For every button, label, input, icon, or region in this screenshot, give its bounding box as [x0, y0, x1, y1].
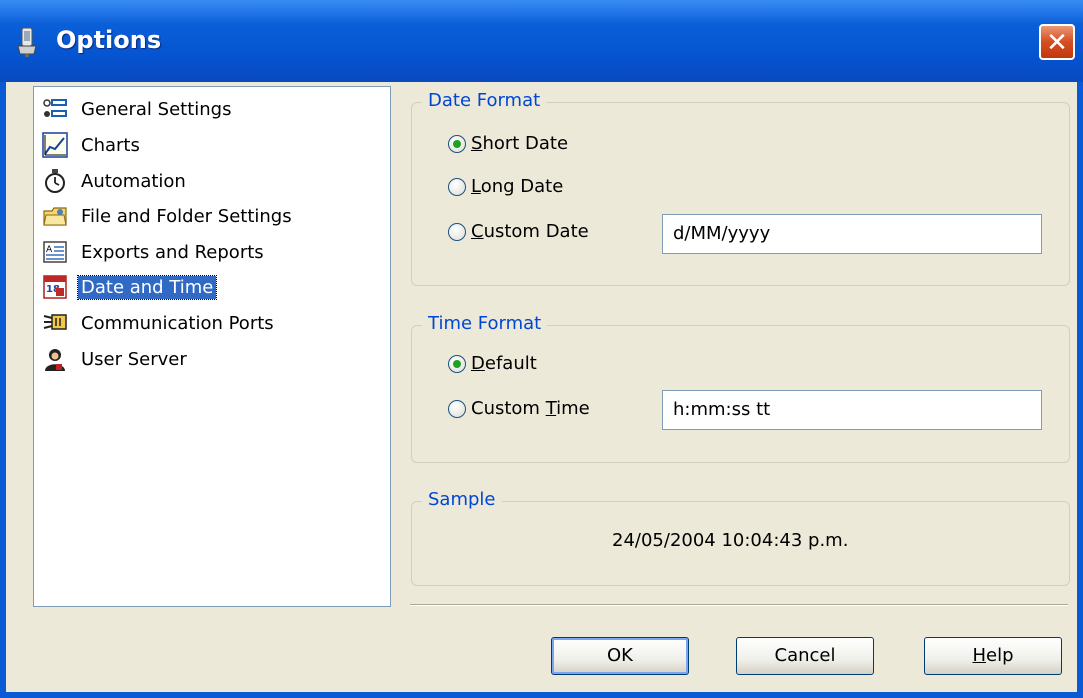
time-format-title: Time Format [422, 313, 548, 334]
svg-text:A: A [46, 245, 53, 255]
custom-date-label: Custom Date [471, 221, 589, 242]
cancel-button[interactable]: Cancel [736, 637, 874, 675]
custom-date-radio[interactable]: Custom Date [448, 221, 589, 242]
user-icon [45, 349, 65, 371]
dialog-client-area: General Settings Charts Automation File … [6, 82, 1077, 692]
sample-datetime-value: 24/05/2004 10:04:43 p.m. [612, 530, 849, 551]
radio-unchecked-icon [448, 399, 466, 418]
help-mnemonic: H [972, 645, 987, 666]
tree-item-label: Communication Ports [81, 312, 274, 334]
default-time-label: Default [471, 353, 537, 374]
tree-item-label: Exports and Reports [81, 241, 264, 263]
options-app-icon [17, 27, 37, 57]
custom-time-radio[interactable]: Custom Time [448, 398, 590, 419]
time-format-group: Time Format Default Custom Time h:mm:ss … [411, 313, 1070, 463]
radio-unchecked-icon [448, 177, 466, 196]
tree-item-user-server[interactable]: User Server [42, 343, 190, 375]
report-icon: A [43, 241, 67, 263]
port-icon [43, 314, 67, 330]
sample-title: Sample [422, 489, 502, 510]
options-category-tree[interactable]: General Settings Charts Automation File … [33, 86, 391, 607]
title-bar[interactable]: Options ✕ [0, 0, 1083, 82]
close-button[interactable]: ✕ [1039, 24, 1075, 60]
tree-item-label: User Server [81, 348, 187, 370]
folder-icon [43, 207, 67, 226]
general-settings-icon [43, 99, 67, 117]
tree-item-exports-reports[interactable]: A Exports and Reports [42, 236, 267, 268]
custom-time-label: Custom Time [471, 398, 590, 419]
window-title: Options [56, 26, 162, 54]
short-date-label: Short Date [471, 133, 569, 154]
tree-item-automation[interactable]: Automation [42, 165, 189, 197]
radio-checked-icon [448, 354, 466, 373]
help-label-rest: elp [986, 645, 1014, 666]
tree-item-charts[interactable]: Charts [42, 129, 143, 161]
tree-item-label: File and Folder Settings [81, 205, 292, 227]
radio-unchecked-icon [448, 222, 466, 241]
tree-item-general-settings[interactable]: General Settings [42, 93, 235, 125]
calendar-icon: 18 [43, 275, 67, 299]
date-format-group: Date Format Short Date Long Date Custom … [411, 90, 1070, 286]
custom-date-input[interactable]: d/MM/yyyy [662, 214, 1042, 254]
options-window: Options ✕ General Settings Charts Automa… [0, 0, 1083, 698]
tree-item-label: Automation [81, 170, 186, 192]
radio-checked-icon [448, 134, 466, 153]
long-date-label: Long Date [471, 176, 564, 197]
button-separator [410, 604, 1068, 606]
default-time-radio[interactable]: Default [448, 353, 537, 374]
close-icon: ✕ [1046, 28, 1068, 58]
tree-item-communication-ports[interactable]: Communication Ports [42, 307, 277, 339]
tree-item-label: Charts [81, 134, 140, 156]
tree-item-label: Date and Time [76, 274, 218, 300]
custom-time-input[interactable]: h:mm:ss tt [662, 390, 1042, 430]
tree-item-label: General Settings [81, 98, 232, 120]
long-date-radio[interactable]: Long Date [448, 176, 563, 197]
sample-group: Sample 24/05/2004 10:04:43 p.m. [411, 489, 1070, 586]
date-format-title: Date Format [422, 90, 547, 111]
short-date-radio[interactable]: Short Date [448, 133, 568, 154]
stopwatch-icon [45, 169, 65, 193]
tree-item-file-folder[interactable]: File and Folder Settings [42, 200, 295, 232]
help-button[interactable]: Help [924, 637, 1062, 675]
tree-item-date-time[interactable]: 18 Date and Time [42, 271, 218, 303]
ok-button[interactable]: OK [551, 637, 689, 675]
chart-icon [42, 132, 68, 158]
